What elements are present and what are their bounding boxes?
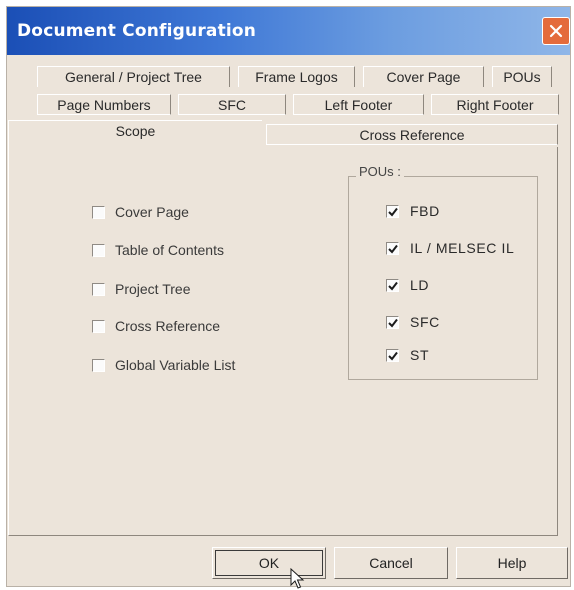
tab-left-footer[interactable]: Left Footer bbox=[293, 94, 424, 115]
ld-checkbox[interactable] bbox=[386, 279, 399, 292]
tab-page-numbers[interactable]: Page Numbers bbox=[37, 94, 171, 115]
fbd-checkbox[interactable] bbox=[386, 205, 399, 218]
help-button[interactable]: Help bbox=[456, 547, 568, 579]
sfc-label: SFC bbox=[410, 314, 440, 330]
checkmark-icon bbox=[388, 351, 398, 361]
st-checkbox[interactable] bbox=[386, 349, 399, 362]
tab-cross-reference[interactable]: Cross Reference bbox=[266, 124, 558, 145]
project-tree-label: Project Tree bbox=[115, 281, 191, 297]
cross-reference-checkbox[interactable] bbox=[92, 320, 105, 333]
ok-button[interactable]: OK bbox=[212, 547, 326, 579]
cover-page-label: Cover Page bbox=[115, 204, 189, 220]
tab-right-footer[interactable]: Right Footer bbox=[431, 94, 559, 115]
tab-scope[interactable]: Scope bbox=[8, 120, 262, 148]
close-icon bbox=[549, 24, 563, 38]
cover-page-checkbox[interactable] bbox=[92, 206, 105, 219]
global-variable-list-checkbox[interactable] bbox=[92, 359, 105, 372]
tab-general-project-tree[interactable]: General / Project Tree bbox=[37, 66, 230, 87]
il-melsec-il-label: IL / MELSEC IL bbox=[410, 240, 515, 256]
checkmark-icon bbox=[388, 207, 398, 217]
checkmark-icon bbox=[388, 281, 398, 291]
project-tree-checkbox[interactable] bbox=[92, 283, 105, 296]
tab-cover-page[interactable]: Cover Page bbox=[363, 66, 484, 87]
il-melsec-il-checkbox[interactable] bbox=[386, 242, 399, 255]
sfc-checkbox[interactable] bbox=[386, 316, 399, 329]
window-title: Document Configuration bbox=[17, 21, 257, 41]
tab-sfc[interactable]: SFC bbox=[178, 94, 286, 115]
pous-group-label: POUs : bbox=[356, 164, 404, 179]
title-bar[interactable]: Document Configuration bbox=[7, 7, 570, 55]
checkmark-icon bbox=[388, 244, 398, 254]
tab-pous[interactable]: POUs bbox=[492, 66, 552, 87]
close-button[interactable] bbox=[542, 17, 570, 45]
mouse-cursor-icon bbox=[290, 568, 305, 589]
table-of-contents-checkbox[interactable] bbox=[92, 244, 105, 257]
st-label: ST bbox=[410, 347, 430, 363]
pous-groupbox bbox=[348, 176, 538, 380]
checkmark-icon bbox=[388, 318, 398, 328]
cross-reference-label: Cross Reference bbox=[115, 318, 221, 334]
table-of-contents-label: Table of Contents bbox=[115, 242, 224, 258]
global-variable-list-label: Global Variable List bbox=[115, 357, 236, 373]
cancel-button[interactable]: Cancel bbox=[334, 547, 448, 579]
ld-label: LD bbox=[410, 277, 430, 293]
tab-frame-logos[interactable]: Frame Logos bbox=[238, 66, 355, 87]
fbd-label: FBD bbox=[410, 203, 440, 219]
